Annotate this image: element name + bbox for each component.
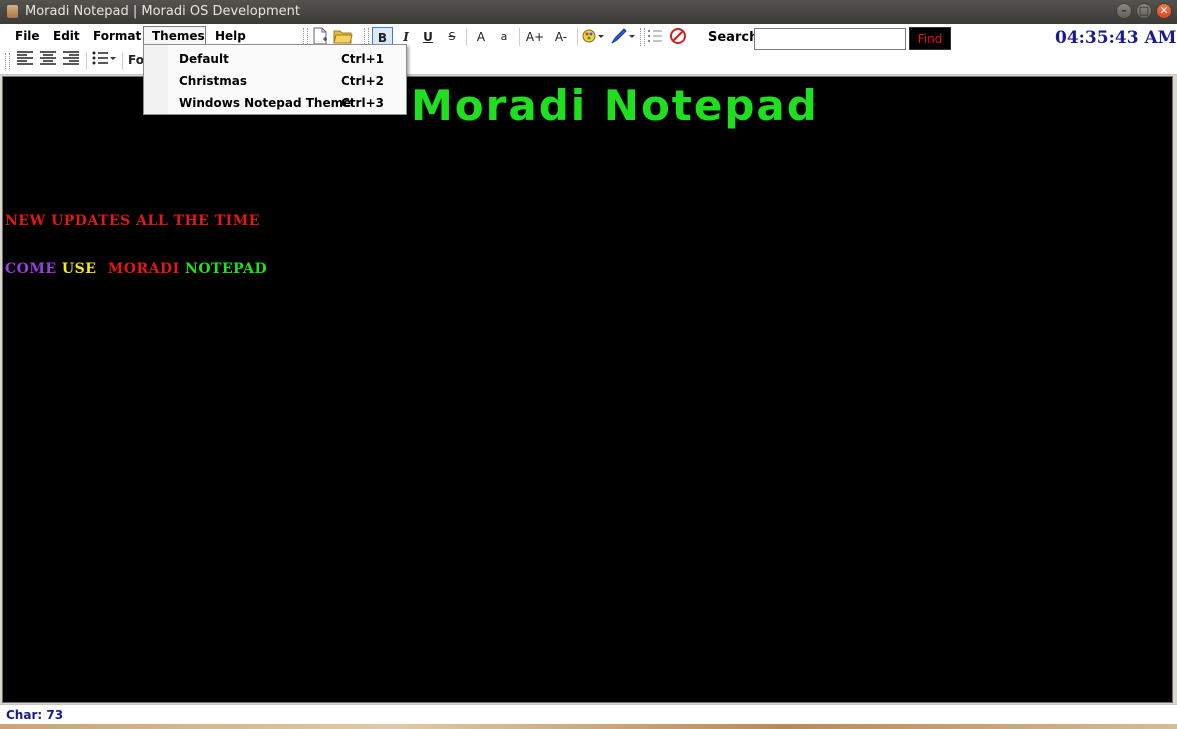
theme-default-shortcut: Ctrl+1 xyxy=(341,52,384,66)
minimize-button[interactable]: – xyxy=(1116,3,1132,19)
font-label: Fo xyxy=(128,53,144,67)
theme-default-label: Default xyxy=(179,52,229,66)
shrink-font-button[interactable]: A- xyxy=(550,27,572,47)
text-color-icon[interactable] xyxy=(581,27,605,47)
toolbar-separator xyxy=(86,52,87,70)
theme-windows-notepad-shortcut: Ctrl+3 xyxy=(341,96,384,110)
maximize-button[interactable]: □ xyxy=(1136,3,1152,19)
underline-button[interactable]: U xyxy=(419,27,437,47)
align-right-icon[interactable] xyxy=(61,50,81,70)
window-title: Moradi Notepad | Moradi OS Development xyxy=(25,4,300,19)
desktop-strip xyxy=(0,724,1177,729)
document-line-updates: New updates all the time xyxy=(5,213,260,229)
toolbar-separator xyxy=(577,28,578,46)
lowercase-button[interactable]: a xyxy=(495,27,513,47)
search-input[interactable] xyxy=(754,28,906,50)
toolbar-separator xyxy=(122,52,123,70)
document-line-come-use: Come use Moradi Notepad xyxy=(5,261,267,277)
align-center-icon[interactable] xyxy=(38,50,58,70)
theme-windows-notepad-label: Windows Notepad Theme xyxy=(179,96,352,110)
bullet-list-icon[interactable] xyxy=(92,50,118,70)
toolbar-separator xyxy=(466,28,467,46)
strikethrough-button[interactable]: S xyxy=(443,27,461,47)
word-moradi: Moradi xyxy=(107,261,180,277)
theme-christmas-item[interactable]: Christmas Ctrl+2 xyxy=(145,70,405,92)
close-button[interactable]: ✕ xyxy=(1156,3,1172,19)
clear-format-icon[interactable] xyxy=(669,27,687,47)
editor-area[interactable]: Moradi Notepad New updates all the time … xyxy=(2,76,1173,703)
menu-format[interactable]: Format xyxy=(85,26,149,46)
word-come: Come xyxy=(5,261,57,277)
title-bar: Moradi Notepad | Moradi OS Development –… xyxy=(0,0,1177,24)
menu-help[interactable]: Help xyxy=(207,26,254,46)
align-left-icon[interactable] xyxy=(15,50,35,70)
themes-dropdown: Default Ctrl+1 Christmas Ctrl+2 Windows … xyxy=(143,44,407,115)
document-title: Moradi Notepad xyxy=(411,81,819,130)
numbered-list-icon[interactable] xyxy=(646,27,664,47)
theme-windows-notepad-item[interactable]: Windows Notepad Theme Ctrl+3 xyxy=(145,92,405,114)
find-button[interactable]: Find xyxy=(909,27,951,50)
menu-themes[interactable]: Themes xyxy=(143,26,206,46)
toolbar-grip-row2[interactable] xyxy=(5,53,10,69)
app-icon xyxy=(7,5,18,18)
status-bar: Char: 73 xyxy=(0,704,1177,725)
grow-font-button[interactable]: A+ xyxy=(524,27,546,47)
toolbar-grip-3[interactable] xyxy=(640,28,645,46)
theme-christmas-shortcut: Ctrl+2 xyxy=(341,74,384,88)
menu-edit[interactable]: Edit xyxy=(45,26,88,46)
uppercase-button[interactable]: A xyxy=(472,27,490,47)
toolbar-separator xyxy=(519,28,520,46)
search-label: Search xyxy=(708,30,759,45)
char-count: Char: 73 xyxy=(6,708,64,722)
highlight-brush-icon[interactable] xyxy=(609,27,635,47)
word-use: use xyxy=(61,261,97,277)
theme-default-item[interactable]: Default Ctrl+1 xyxy=(145,48,405,70)
clock: 04:35:43 AM xyxy=(1055,28,1177,48)
word-notepad: Notepad xyxy=(185,261,268,277)
menu-file[interactable]: File xyxy=(7,26,48,46)
theme-christmas-label: Christmas xyxy=(179,74,248,88)
